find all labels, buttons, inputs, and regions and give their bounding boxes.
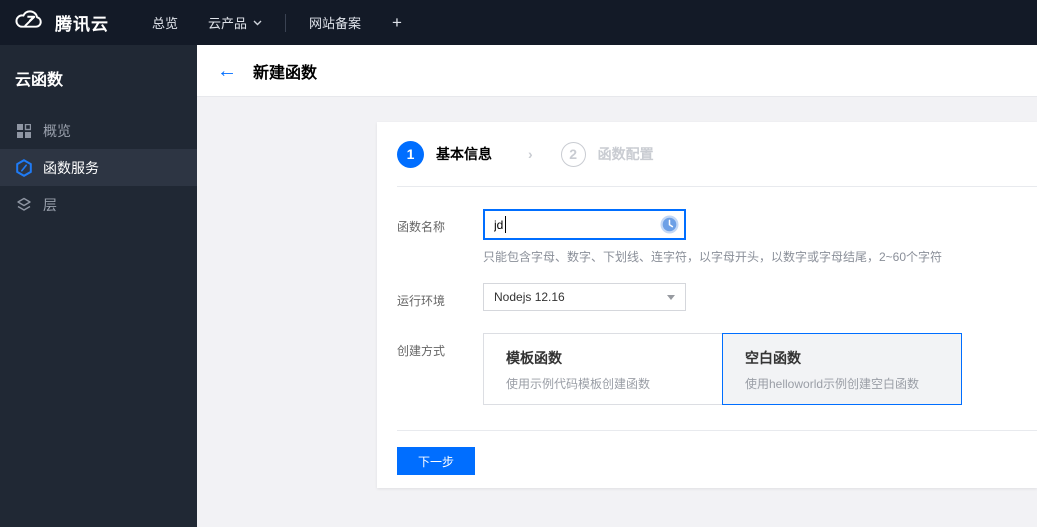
function-name-label: 函数名称 bbox=[397, 220, 446, 234]
sidebar-item-label: 概览 bbox=[43, 122, 71, 139]
text-cursor bbox=[505, 216, 506, 233]
runtime-select-value: Nodejs 12.16 bbox=[494, 290, 565, 304]
function-service-icon bbox=[15, 158, 33, 177]
method-card-desc: 使用helloworld示例创建空白函数 bbox=[745, 377, 920, 391]
next-step-button[interactable]: 下一步 bbox=[397, 447, 475, 475]
back-button[interactable]: ← bbox=[217, 61, 237, 81]
select-caret-icon bbox=[667, 294, 675, 300]
runtime-select[interactable]: Nodejs 12.16 bbox=[483, 283, 686, 311]
step-number-badge: 2 bbox=[560, 141, 586, 167]
main-area: ← 新建函数 1 基本信息 › 2 函数配置 函数名称 jd 只能包含字母、数字… bbox=[197, 45, 1037, 527]
sidebar-menu: 概览 函数服务 层 bbox=[0, 112, 197, 223]
chevron-down-icon bbox=[253, 20, 262, 25]
page-title: 新建函数 bbox=[253, 64, 318, 82]
function-name-help: 只能包含字母、数字、下划线、连字符，以字母开头，以数字或字母结尾，2~60个字符 bbox=[483, 250, 943, 264]
topbar-nav-overview-label: 总览 bbox=[152, 16, 179, 31]
clock-icon[interactable] bbox=[660, 215, 679, 234]
sidebar-item-function-service[interactable]: 函数服务 bbox=[0, 149, 197, 186]
runtime-row: 运行环境 Nodejs 12.16 bbox=[397, 283, 1037, 311]
step-label: 基本信息 bbox=[436, 146, 492, 162]
sidebar-item-label: 层 bbox=[43, 196, 57, 213]
topbar: 腾讯云 总览 云产品 网站备案 + bbox=[0, 0, 1037, 45]
brand-home-link[interactable]: 腾讯云 bbox=[0, 9, 109, 36]
topbar-divider bbox=[285, 13, 287, 32]
runtime-label: 运行环境 bbox=[397, 294, 446, 308]
wizard-card: 1 基本信息 › 2 函数配置 函数名称 jd 只能包含字母、数字、下划线、连字… bbox=[377, 122, 1037, 488]
layers-icon bbox=[15, 196, 33, 214]
topbar-nav-products-label: 云产品 bbox=[208, 16, 248, 31]
sidebar-title: 云函数 bbox=[15, 72, 64, 89]
function-name-input-wrap bbox=[483, 209, 686, 240]
page-header: ← 新建函数 bbox=[197, 45, 1037, 97]
creation-method-cards: 模板函数 使用示例代码模板创建函数 空白函数 使用helloworld示例创建空… bbox=[483, 333, 962, 405]
creation-method-label: 创建方式 bbox=[397, 344, 446, 358]
topbar-nav-icp[interactable]: 网站备案 bbox=[294, 0, 376, 45]
sidebar: 云函数 概览 函数服务 层 bbox=[0, 45, 197, 527]
step-function-config: 2 函数配置 bbox=[560, 141, 654, 167]
step-separator-chevron-icon: › bbox=[528, 146, 533, 162]
function-name-input[interactable] bbox=[483, 209, 686, 240]
brand-label: 腾讯云 bbox=[55, 15, 109, 34]
sidebar-item-label: 函数服务 bbox=[43, 159, 99, 176]
add-tab-button[interactable]: + bbox=[376, 13, 418, 33]
method-card-title: 模板函数 bbox=[506, 350, 562, 366]
footer-divider bbox=[397, 430, 1037, 431]
creation-method-row: 创建方式 模板函数 使用示例代码模板创建函数 空白函数 使用helloworld… bbox=[397, 333, 1037, 405]
topbar-nav-products[interactable]: 云产品 bbox=[193, 0, 277, 45]
function-name-row: 函数名称 只能包含字母、数字、下划线、连字符，以字母 bbox=[397, 209, 1037, 265]
method-card-title: 空白函数 bbox=[745, 350, 801, 366]
grid-icon bbox=[15, 122, 33, 140]
sidebar-item-layers[interactable]: 层 bbox=[0, 186, 197, 223]
method-card-template-function[interactable]: 模板函数 使用示例代码模板创建函数 bbox=[483, 333, 723, 405]
step-label: 函数配置 bbox=[597, 146, 654, 162]
method-card-blank-function[interactable]: 空白函数 使用helloworld示例创建空白函数 bbox=[722, 333, 962, 405]
basic-info-form: 函数名称 只能包含字母、数字、下划线、连字符，以字母 bbox=[377, 187, 1037, 431]
topbar-nav-overview[interactable]: 总览 bbox=[137, 0, 193, 45]
method-card-desc: 使用示例代码模板创建函数 bbox=[506, 377, 651, 391]
function-name-field-col: 只能包含字母、数字、下划线、连字符，以字母开头，以数字或字母结尾，2~60个字符 bbox=[483, 209, 942, 265]
step-basic-info: 1 基本信息 bbox=[397, 140, 492, 168]
step-number-badge: 1 bbox=[397, 140, 424, 168]
topbar-nav: 总览 云产品 网站备案 + bbox=[137, 0, 418, 45]
tencent-cloud-logo-icon bbox=[14, 9, 46, 36]
sidebar-item-overview[interactable]: 概览 bbox=[0, 112, 197, 149]
topbar-nav-icp-label: 网站备案 bbox=[309, 16, 362, 31]
step-indicator: 1 基本信息 › 2 函数配置 bbox=[397, 122, 1037, 187]
